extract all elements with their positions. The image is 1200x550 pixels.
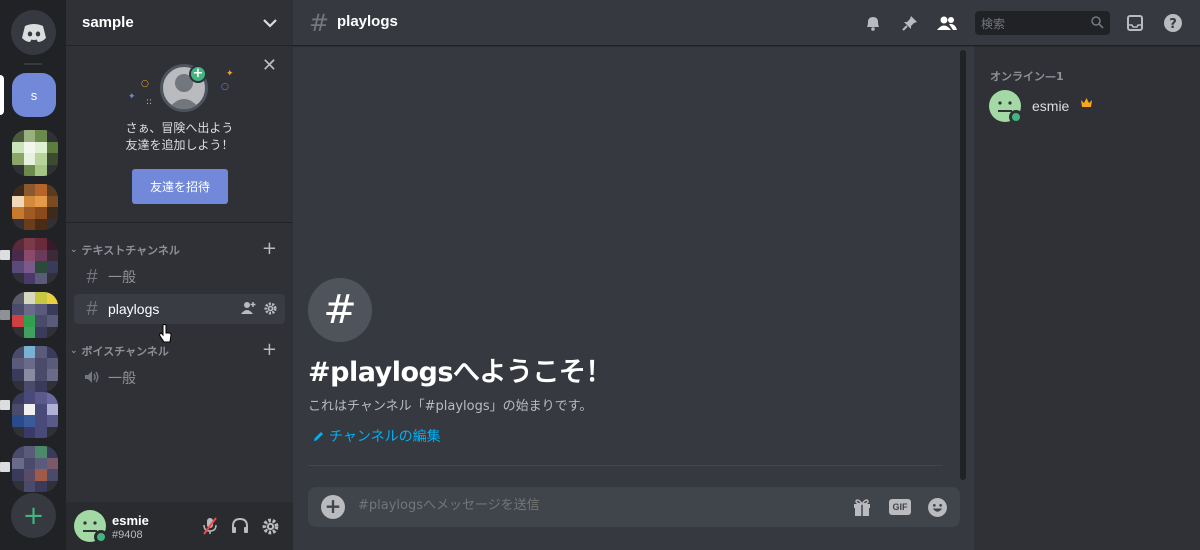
discord-app: s + sample ✕ ✦ ○:: ✦ ○ + さぁ、冒険へ出よう 友達を追… (0, 0, 1200, 550)
hash-icon: # (86, 265, 98, 288)
home-button[interactable] (11, 10, 56, 55)
server-icon-blurred[interactable] (12, 446, 58, 492)
voice-channel-general[interactable]: 一般 (74, 363, 285, 393)
edit-channel-link[interactable]: チャンネルの編集 (313, 426, 441, 446)
online-heading: オンライン—1 (990, 70, 1064, 83)
member-item[interactable]: esmie (982, 88, 1192, 124)
chat-area: # playlogs 検索 ? # #playlogsへようこそ！ これはチャン… (293, 0, 1200, 550)
server-icon-blurred[interactable] (12, 238, 58, 284)
server-icon-blurred[interactable] (12, 184, 58, 230)
create-channel-icon[interactable]: + (262, 238, 277, 259)
scrollbar-track[interactable] (960, 50, 966, 480)
pencil-icon (314, 432, 323, 441)
channel-general[interactable]: # 一般 (74, 262, 285, 292)
channel-playlogs[interactable]: # playlogs (74, 294, 285, 324)
guild-name: sample (82, 14, 134, 31)
emoji-icon[interactable] (926, 496, 948, 518)
unread-indicator (0, 462, 10, 472)
discord-logo-icon (21, 23, 46, 42)
username: esmie (112, 513, 149, 528)
channel-title: playlogs (337, 13, 398, 30)
channel-welcome-hash-icon: # (308, 278, 372, 342)
inbox-icon[interactable] (1124, 12, 1146, 34)
channel-header: # playlogs 検索 ? (293, 0, 1200, 46)
bell-icon[interactable] (862, 12, 884, 34)
mute-mic-icon[interactable] (200, 516, 220, 536)
svg-text:?: ? (1169, 17, 1177, 32)
sparkle-icon: ○ (221, 82, 229, 92)
sparkle-icon: ✦ (226, 69, 234, 79)
scrollbar-thumb[interactable] (960, 50, 966, 480)
create-channel-icon[interactable]: + (262, 339, 277, 360)
plus-icon: + (22, 500, 45, 531)
unread-indicator (0, 250, 10, 260)
hash-icon: # (86, 297, 98, 320)
channel-sidebar: sample ✕ ✦ ○ :: ✦ ○ + さぁ、冒険へ出よう 友達を追加しよう… (66, 0, 293, 550)
help-icon[interactable]: ? (1162, 12, 1184, 34)
close-icon[interactable]: ✕ (262, 55, 277, 76)
plus-circle-icon[interactable]: + (321, 495, 345, 519)
invite-friends-button[interactable]: 友達を招待 (132, 169, 228, 204)
gear-icon[interactable] (264, 301, 277, 315)
online-status-badge (94, 530, 108, 544)
category-voice-channels[interactable]: ⌄ ボイスチャンネル + (66, 339, 293, 361)
server-rail: s + (0, 0, 66, 550)
member-name: esmie (1032, 98, 1070, 114)
members-icon[interactable] (936, 12, 958, 34)
user-settings-gear-icon[interactable] (260, 516, 280, 536)
add-friend-plus-icon: + (189, 65, 207, 83)
chevron-down-icon: ⌄ (70, 245, 78, 255)
search-icon (1091, 16, 1104, 29)
message-input[interactable] (358, 498, 828, 513)
crown-icon (1081, 98, 1092, 107)
user-panel: esmie #9408 (66, 502, 293, 550)
user-discriminator: #9408 (112, 529, 143, 541)
gif-icon[interactable]: GIF (889, 496, 911, 518)
pin-icon[interactable] (899, 12, 921, 34)
welcome-title: #playlogsへようこそ！ (308, 357, 612, 388)
server-icon-blurred[interactable] (12, 392, 58, 438)
speaker-icon (83, 367, 101, 390)
add-server-button[interactable]: + (11, 493, 56, 538)
server-sample[interactable]: s (12, 73, 56, 117)
invite-message: さぁ、冒険へ出よう 友達を追加しよう！ (125, 121, 234, 152)
invite-card: ✕ ✦ ○ :: ✦ ○ + さぁ、冒険へ出よう 友達を追加しよう！ 友達を招待 (66, 47, 293, 223)
online-status-badge (1009, 110, 1023, 124)
unread-indicator (0, 400, 10, 410)
message-divider (308, 465, 943, 466)
active-server-indicator (0, 75, 4, 115)
headphones-icon[interactable] (230, 516, 250, 536)
chevron-down-icon: ⌄ (70, 346, 78, 356)
welcome-subtitle: これはチャンネル「#playlogs」の始まりです。 (308, 399, 593, 414)
hash-icon: # (309, 9, 330, 37)
gift-icon[interactable] (851, 496, 873, 518)
sparkle-icon: :: (146, 97, 153, 107)
message-composer: + GIF (308, 487, 960, 527)
chevron-down-icon[interactable] (263, 18, 277, 28)
server-icon-blurred[interactable] (12, 346, 58, 392)
search-input[interactable]: 検索 (975, 11, 1110, 35)
sparkle-icon: ✦ (128, 92, 136, 102)
add-member-icon[interactable] (241, 301, 257, 315)
rail-separator (24, 63, 42, 65)
sparkle-icon: ○ (141, 79, 149, 89)
unread-indicator (0, 310, 10, 320)
server-icon-blurred[interactable] (12, 130, 58, 176)
server-icon-blurred[interactable] (12, 292, 58, 338)
guild-header[interactable]: sample (66, 0, 293, 46)
member-list: オンライン—1 esmie (974, 46, 1200, 550)
category-text-channels[interactable]: ⌄ テキストチャンネル + (66, 238, 293, 260)
